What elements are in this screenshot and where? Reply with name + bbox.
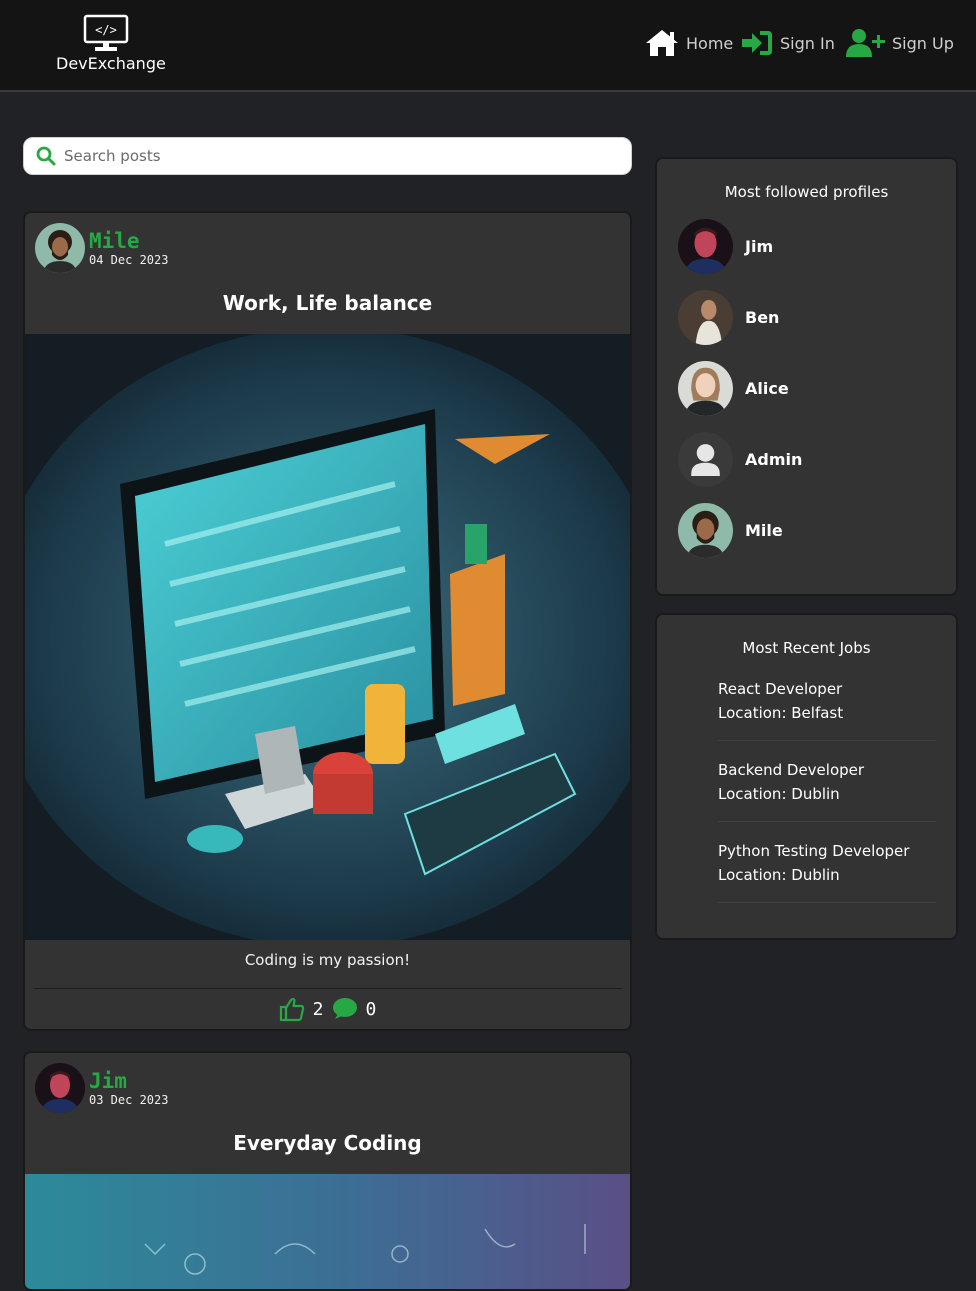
profile-item-mile[interactable]: Mile bbox=[678, 503, 783, 558]
profile-item-admin[interactable]: Admin bbox=[678, 432, 802, 487]
post-card: Mile 04 Dec 2023 Work, Life balance Codi… bbox=[23, 211, 632, 1031]
panel-title: Most followed profiles bbox=[724, 183, 889, 201]
monitor-code-icon: </> bbox=[83, 14, 129, 51]
post-title: Everyday Coding bbox=[233, 1131, 422, 1155]
user-plus-icon bbox=[846, 29, 885, 57]
most-recent-jobs-panel: Most Recent Jobs React Developer Locatio… bbox=[655, 613, 958, 940]
home-icon bbox=[646, 30, 678, 56]
nav-home-label: Home bbox=[686, 33, 734, 53]
job-location: Location: Dublin bbox=[718, 785, 840, 803]
profile-name[interactable]: Ben bbox=[745, 308, 779, 327]
post-author[interactable]: Mile 04 Dec 2023 bbox=[35, 223, 168, 273]
nav-home-link[interactable]: Home bbox=[644, 26, 733, 60]
post-author-name[interactable]: Jim bbox=[89, 1069, 168, 1093]
svg-text:</>: </> bbox=[95, 23, 117, 37]
post-image[interactable] bbox=[25, 334, 631, 940]
post-date: 03 Dec 2023 bbox=[89, 1093, 169, 1107]
search-icon bbox=[36, 146, 56, 166]
likes-count: 2 bbox=[312, 998, 324, 1020]
navbar: </> DevExchange Home Sign In Sign Up bbox=[0, 0, 976, 92]
default-avatar-icon[interactable] bbox=[678, 432, 733, 487]
avatar[interactable] bbox=[678, 219, 733, 274]
job-location: Location: Dublin bbox=[718, 866, 840, 884]
brand-logo-link[interactable]: </> DevExchange bbox=[56, 14, 166, 73]
nav-sign-up-label: Sign Up bbox=[892, 33, 954, 53]
avatar[interactable] bbox=[35, 1063, 85, 1113]
divider bbox=[34, 988, 622, 989]
nav-sign-up-link[interactable]: Sign Up bbox=[846, 26, 954, 60]
post-date: 04 Dec 2023 bbox=[89, 253, 169, 267]
profile-name[interactable]: Admin bbox=[745, 450, 802, 469]
job-location: Location: Belfast bbox=[718, 704, 844, 722]
avatar[interactable] bbox=[678, 361, 733, 416]
job-item[interactable]: Python Testing Developer Location: Dubli… bbox=[718, 839, 936, 887]
search-input[interactable] bbox=[64, 147, 604, 165]
search-bar bbox=[23, 137, 632, 175]
job-title: React Developer bbox=[718, 680, 843, 698]
divider bbox=[718, 902, 936, 903]
most-followed-profiles-panel: Most followed profiles Jim Ben Alice Adm… bbox=[655, 157, 958, 596]
post-stats: 2 0 bbox=[25, 996, 630, 1022]
profile-name[interactable]: Alice bbox=[745, 379, 789, 398]
divider bbox=[718, 740, 936, 741]
brand-name: DevExchange bbox=[56, 54, 166, 73]
avatar[interactable] bbox=[35, 223, 85, 273]
divider bbox=[718, 821, 936, 822]
job-title: Python Testing Developer bbox=[718, 842, 910, 860]
panel-title: Most Recent Jobs bbox=[742, 639, 871, 657]
comments-count: 0 bbox=[365, 998, 377, 1020]
job-item[interactable]: React Developer Location: Belfast bbox=[718, 677, 936, 725]
avatar[interactable] bbox=[678, 503, 733, 558]
profile-item-ben[interactable]: Ben bbox=[678, 290, 779, 345]
profile-item-jim[interactable]: Jim bbox=[678, 219, 773, 274]
post-card: Jim 03 Dec 2023 Everyday Coding bbox=[23, 1051, 632, 1291]
avatar[interactable] bbox=[678, 290, 733, 345]
thumbs-up-icon[interactable] bbox=[279, 996, 305, 1022]
comment-icon[interactable] bbox=[332, 997, 358, 1021]
post-title: Work, Life balance bbox=[222, 291, 433, 315]
post-author-name[interactable]: Mile bbox=[89, 229, 168, 253]
nav-sign-in-link[interactable]: Sign In bbox=[740, 26, 835, 60]
job-item[interactable]: Backend Developer Location: Dublin bbox=[718, 758, 936, 806]
profile-item-alice[interactable]: Alice bbox=[678, 361, 789, 416]
nav-sign-in-label: Sign In bbox=[780, 33, 835, 53]
job-title: Backend Developer bbox=[718, 761, 865, 779]
sign-in-icon bbox=[742, 31, 772, 55]
post-author[interactable]: Jim 03 Dec 2023 bbox=[35, 1063, 168, 1113]
profile-name[interactable]: Jim bbox=[745, 237, 773, 256]
profile-name[interactable]: Mile bbox=[745, 521, 783, 540]
post-content: Coding is my passion! bbox=[244, 951, 411, 969]
post-image[interactable] bbox=[25, 1174, 631, 1291]
